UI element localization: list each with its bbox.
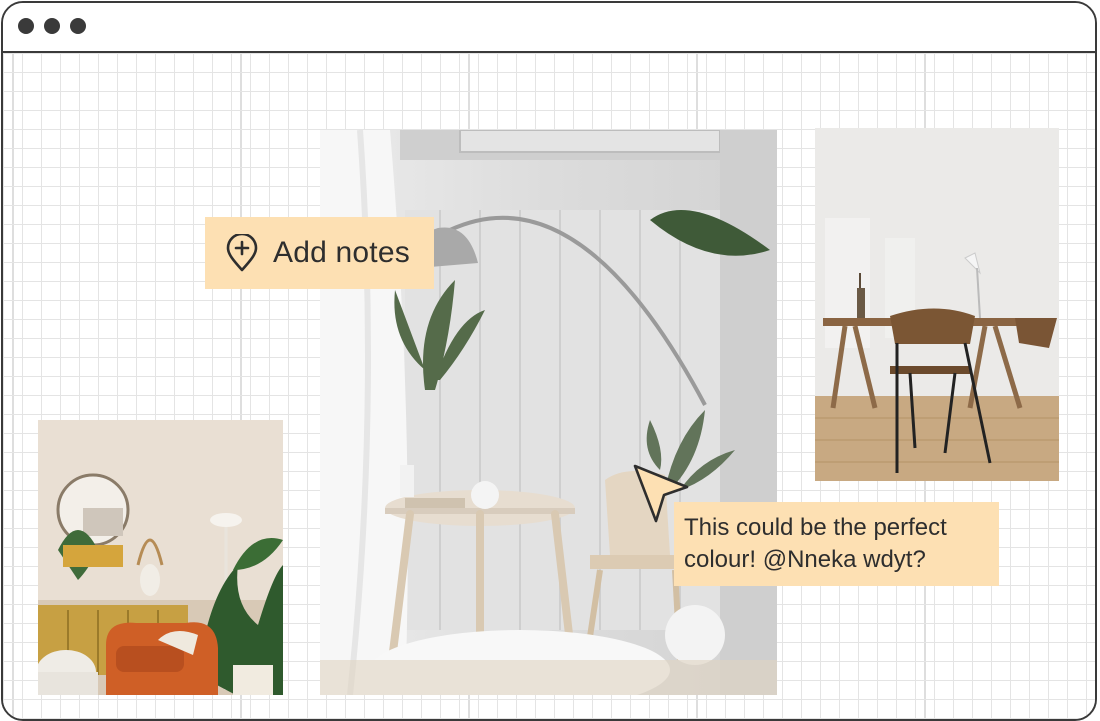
- add-notes-label: Add notes: [273, 236, 410, 269]
- window-close-dot[interactable]: [18, 18, 34, 34]
- dining-nook-photo[interactable]: [320, 130, 777, 695]
- desk-photo[interactable]: [815, 128, 1059, 481]
- window-minimize-dot[interactable]: [44, 18, 60, 34]
- add-notes-button[interactable]: Add notes: [205, 217, 434, 289]
- window-maximize-dot[interactable]: [70, 18, 86, 34]
- comment-text: This could be the perfect colour! @Nneka…: [684, 514, 947, 573]
- window-titlebar: [3, 3, 1095, 53]
- living-room-photo[interactable]: [38, 420, 283, 695]
- map-pin-plus-icon: [226, 234, 258, 272]
- comment-bubble[interactable]: This could be the perfect colour! @Nneka…: [674, 502, 999, 586]
